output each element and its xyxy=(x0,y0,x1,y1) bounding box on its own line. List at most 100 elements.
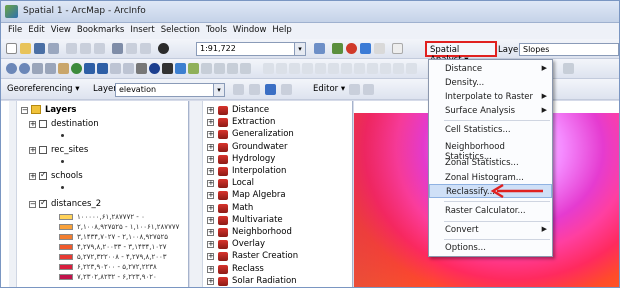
hyperlink-icon[interactable] xyxy=(188,63,199,74)
expand-icon[interactable]: + xyxy=(207,131,214,139)
collapse-icon[interactable]: − xyxy=(21,107,28,114)
viewer-window-icon[interactable] xyxy=(240,63,251,74)
copy-icon[interactable] xyxy=(80,43,91,54)
forward-extent-icon[interactable] xyxy=(97,63,108,74)
menu-item-raster-calculator[interactable]: Raster Calculator... xyxy=(429,204,552,218)
histogram-icon[interactable] xyxy=(563,63,574,74)
title-bar: Spatial 1 - ArcMap - ArcInfo xyxy=(1,1,619,23)
collapse-icon[interactable]: − xyxy=(29,201,36,208)
sa-layer-combo[interactable]: Slopes xyxy=(519,43,619,56)
menu-bookmarks[interactable]: Bookmarks xyxy=(74,23,128,35)
back-extent-icon[interactable] xyxy=(84,63,95,74)
menu-edit[interactable]: Edit xyxy=(25,23,47,35)
menu-item-surface-analysis[interactable]: Surface Analysis ▶ xyxy=(429,104,552,118)
expand-icon[interactable]: + xyxy=(207,241,214,249)
add-data-icon[interactable] xyxy=(158,43,169,54)
undo-icon[interactable] xyxy=(126,43,137,54)
georeferencing-menu[interactable]: Georeferencing ▾ xyxy=(7,84,80,94)
go-to-xy-icon[interactable] xyxy=(227,63,238,74)
arctoolbox-icon[interactable] xyxy=(346,43,357,54)
select-features-icon[interactable] xyxy=(110,63,121,74)
zoom-in-icon[interactable] xyxy=(6,63,17,74)
toolbox-scrollbar[interactable] xyxy=(190,101,203,287)
toolset-icon xyxy=(218,252,228,262)
expand-icon[interactable]: + xyxy=(207,143,214,151)
expand-icon[interactable]: + xyxy=(207,265,214,273)
clear-selection-icon[interactable] xyxy=(123,63,134,74)
menu-help[interactable]: Help xyxy=(269,23,294,35)
menu-tools[interactable]: Tools xyxy=(203,23,230,35)
help-what-is-this-icon[interactable] xyxy=(392,43,403,54)
menu-item-cell-statistics[interactable]: Cell Statistics... xyxy=(429,123,552,137)
menu-file[interactable]: File xyxy=(5,23,25,35)
zoom-out-icon[interactable] xyxy=(19,63,30,74)
expand-icon[interactable]: + xyxy=(29,121,36,128)
editor-toolbar-icon[interactable] xyxy=(314,43,325,54)
menu-separator xyxy=(444,221,550,222)
menu-item-neighborhood-statistics[interactable]: Neighborhood Statistics... xyxy=(429,140,552,162)
expand-icon[interactable]: + xyxy=(207,180,214,188)
layer-visibility-checkbox[interactable] xyxy=(39,120,47,128)
menu-item-distance[interactable]: Distance ▶ xyxy=(429,62,552,76)
layer-visibility-checkbox[interactable] xyxy=(39,198,47,208)
georef-layer-combo[interactable]: elevation ▾ xyxy=(115,83,225,97)
toc-scrollbar[interactable] xyxy=(9,101,17,287)
expand-icon[interactable]: + xyxy=(207,155,214,163)
open-folder-icon[interactable] xyxy=(20,43,31,54)
menu-item-interpolate-to-raster[interactable]: Interpolate to Raster ▶ xyxy=(429,90,552,104)
add-control-points-icon[interactable] xyxy=(265,84,276,95)
expand-icon[interactable]: + xyxy=(29,147,36,154)
find-icon[interactable] xyxy=(162,63,173,74)
fixed-zoom-in-icon[interactable] xyxy=(32,63,43,74)
expand-icon[interactable]: + xyxy=(207,277,214,285)
expand-icon[interactable]: + xyxy=(207,168,214,175)
expand-icon[interactable]: + xyxy=(29,173,36,180)
expand-icon[interactable]: + xyxy=(207,204,214,212)
menu-item-options[interactable]: Options... xyxy=(429,241,552,255)
full-extent-icon[interactable] xyxy=(71,63,82,74)
swipe-icon[interactable] xyxy=(214,63,225,74)
menu-item-label: Raster Calculator... xyxy=(445,206,526,216)
expand-icon[interactable]: + xyxy=(207,253,214,261)
menu-item-density[interactable]: Density... xyxy=(429,76,552,90)
spatial-analyst-dropdown-button[interactable]: Spatial Analyst ▾ xyxy=(425,41,497,65)
cut-icon[interactable] xyxy=(66,43,77,54)
paste-icon[interactable] xyxy=(94,43,105,54)
print-icon[interactable] xyxy=(48,43,59,54)
expand-icon[interactable]: + xyxy=(207,107,214,114)
identify-icon[interactable] xyxy=(149,63,160,74)
python-window-icon[interactable] xyxy=(374,43,385,54)
time-slider-icon[interactable] xyxy=(201,63,212,74)
disabled-tool-6-icon xyxy=(328,63,339,74)
fixed-zoom-out-icon[interactable] xyxy=(45,63,56,74)
catalog-icon[interactable] xyxy=(360,43,371,54)
menu-selection[interactable]: Selection xyxy=(158,23,203,35)
pan-icon[interactable] xyxy=(58,63,69,74)
table-of-contents-icon[interactable] xyxy=(332,43,343,54)
menu-item-zonal-statistics[interactable]: Zonal Statistics... xyxy=(429,156,552,170)
menu-view[interactable]: View xyxy=(48,23,74,35)
edit-tool-icon[interactable] xyxy=(349,84,360,95)
expand-icon[interactable]: + xyxy=(207,216,214,224)
menu-item-zonal-histogram[interactable]: Zonal Histogram... xyxy=(429,171,552,185)
layer-visibility-checkbox[interactable] xyxy=(39,146,47,154)
editor-menu[interactable]: Editor ▾ xyxy=(313,84,345,94)
expand-icon[interactable]: + xyxy=(207,229,214,236)
measure-icon[interactable] xyxy=(175,63,186,74)
rotate-icon[interactable] xyxy=(233,84,244,95)
map-scale-combo[interactable]: 1:91,722 ▾ xyxy=(196,42,306,56)
save-icon[interactable] xyxy=(34,43,45,54)
menu-item-convert[interactable]: Convert ▶ xyxy=(429,223,552,237)
new-document-icon[interactable] xyxy=(6,43,17,54)
delete-icon[interactable] xyxy=(112,43,123,54)
select-elements-icon[interactable] xyxy=(136,63,147,74)
redo-icon[interactable] xyxy=(140,43,151,54)
layer-visibility-checkbox[interactable] xyxy=(39,170,47,180)
view-link-table-icon[interactable] xyxy=(281,84,292,95)
expand-icon[interactable]: + xyxy=(207,119,214,127)
menu-window[interactable]: Window xyxy=(230,23,270,35)
shift-icon[interactable] xyxy=(249,84,260,95)
sketch-tool-icon[interactable] xyxy=(363,84,374,95)
expand-icon[interactable]: + xyxy=(207,192,214,200)
menu-insert[interactable]: Insert xyxy=(127,23,157,35)
